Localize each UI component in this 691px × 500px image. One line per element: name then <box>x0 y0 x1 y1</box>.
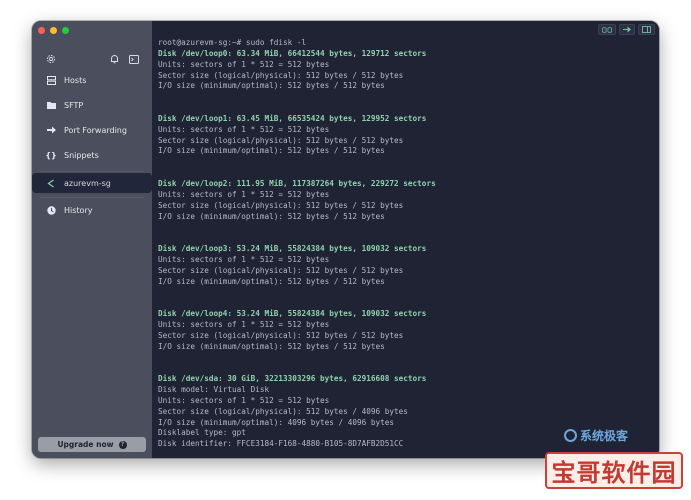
sidebar-item-label: SFTP <box>64 100 84 110</box>
sidebar-item-sftp[interactable]: SFTP <box>38 95 146 115</box>
sidebar: Hosts SFTP Port Forwarding {} Snippets a… <box>32 21 152 458</box>
sidebar-divider <box>40 171 144 172</box>
terminal-line: I/O size (minimum/optimal): 512 bytes / … <box>158 211 385 221</box>
watermark-swirl-icon <box>564 429 577 442</box>
sidebar-item-snippets[interactable]: {} Snippets <box>38 145 146 165</box>
sidebar-item-label: Port Forwarding <box>64 125 127 135</box>
terminal-line: Units: sectors of 1 * 512 = 512 bytes <box>158 254 330 264</box>
toggle-settings-button[interactable] <box>598 24 616 35</box>
arrow-right-icon <box>46 125 56 135</box>
terminal-line: Disk identifier: FFCE3184-F168-4880-B105… <box>158 439 404 449</box>
terminal-line: Disk /dev/loop3: 53.24 MiB, 55824384 byt… <box>158 244 427 254</box>
sidebar-item-history[interactable]: History <box>38 200 146 220</box>
terminal-toolbar <box>598 24 655 35</box>
session-label: azurevm-sg <box>64 178 111 188</box>
window-controls <box>38 27 69 34</box>
terminal-line: I/O size (minimum/optimal): 512 bytes / … <box>158 276 385 286</box>
upgrade-label: Upgrade now <box>57 440 114 449</box>
terminal-line: Units: sectors of 1 * 512 = 512 bytes <box>158 395 330 405</box>
sidebar-item-label: Snippets <box>64 150 99 160</box>
watermark-text-large: 宝哥软件园 <box>551 459 677 487</box>
terminal-line: Sector size (logical/physical): 512 byte… <box>158 330 404 340</box>
terminal-line: Units: sectors of 1 * 512 = 512 bytes <box>158 319 330 329</box>
terminal-line: Disklabel type: gpt <box>158 428 246 438</box>
terminal-line: Disk /dev/loop2: 111.95 MiB, 117387264 b… <box>158 178 436 188</box>
transfer-icon[interactable] <box>619 24 635 35</box>
gear-icon[interactable] <box>45 53 57 65</box>
terminal-line: Units: sectors of 1 * 512 = 512 bytes <box>158 189 330 199</box>
terminal-line: I/O size (minimum/optimal): 4096 bytes /… <box>158 417 395 427</box>
terminal-line: I/O size (minimum/optimal): 512 bytes / … <box>158 81 385 91</box>
terminal-line: I/O size (minimum/optimal): 512 bytes / … <box>158 146 385 156</box>
sidebar-item-label: Hosts <box>64 75 87 85</box>
terminal-line: Disk /dev/loop4: 53.24 MiB, 55824384 byt… <box>158 309 427 319</box>
terminal-line: Disk model: Virtual Disk <box>158 385 270 394</box>
help-icon: ? <box>118 440 127 449</box>
terminal-line: I/O size (minimum/optimal): 512 bytes / … <box>158 341 385 351</box>
sidebar-item-label: History <box>64 205 93 215</box>
terminal-line: Sector size (logical/physical): 512 byte… <box>158 200 404 210</box>
close-window-button[interactable] <box>38 27 45 34</box>
bell-icon[interactable] <box>108 53 120 65</box>
sidebar-session-azurevm-sg[interactable]: azurevm-sg <box>32 173 152 193</box>
braces-icon: {} <box>45 150 57 160</box>
upgrade-button[interactable]: Upgrade now ? <box>38 437 146 452</box>
terminal-line: Sector size (logical/physical): 512 byte… <box>158 406 408 416</box>
clock-icon <box>46 205 56 215</box>
terminal-line: root@azurevm-sg:~# sudo fdisk -l <box>158 38 307 47</box>
folder-icon <box>46 100 56 110</box>
sidebar-item-hosts[interactable]: Hosts <box>38 70 146 90</box>
terminal-output: root@azurevm-sg:~# sudo fdisk -l Disk /de… <box>158 38 436 450</box>
terminal-line: Units: sectors of 1 * 512 = 512 bytes <box>158 124 330 134</box>
terminal-line: Disk /dev/sda: 30 GiB, 32213303296 bytes… <box>158 374 427 384</box>
watermark-logo-small: 系统极客 <box>564 427 628 444</box>
sidebar-item-port-forwarding[interactable]: Port Forwarding <box>38 120 146 140</box>
hosts-icon <box>46 75 56 85</box>
terminal-line: Disk /dev/loop1: 63.45 MiB, 66535424 byt… <box>158 113 427 123</box>
terminal-line: Units: sectors of 1 * 512 = 512 bytes <box>158 59 330 69</box>
terminal-line: Sector size (logical/physical): 512 byte… <box>158 135 404 145</box>
watermark-stamp-large: 宝哥软件园 <box>545 452 683 489</box>
session-chevron-icon <box>46 178 56 188</box>
terminal-panel[interactable]: root@azurevm-sg:~# sudo fdisk -l Disk /de… <box>152 21 659 458</box>
terminal-line: Sector size (logical/physical): 512 byte… <box>158 70 404 80</box>
app-window: Hosts SFTP Port Forwarding {} Snippets a… <box>32 21 659 458</box>
terminal-line: Disk /dev/loop0: 63.34 MiB, 66412544 byt… <box>158 48 427 58</box>
sidebar-divider <box>40 197 144 198</box>
watermark-text-small: 系统极客 <box>580 429 629 443</box>
split-panel-icon[interactable] <box>638 24 655 35</box>
maximize-window-button[interactable] <box>62 27 69 34</box>
minimize-window-button[interactable] <box>50 27 57 34</box>
terminal-line: Sector size (logical/physical): 512 byte… <box>158 265 404 275</box>
terminal-icon[interactable] <box>128 53 140 65</box>
